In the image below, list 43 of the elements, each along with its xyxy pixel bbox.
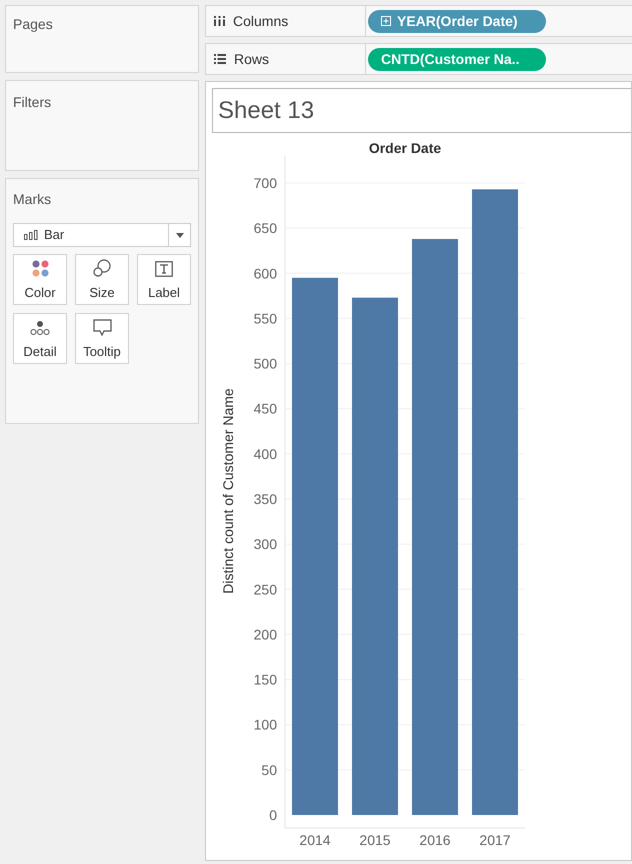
- text-box-icon: [155, 260, 173, 276]
- x-tick-label: 2017: [479, 832, 511, 848]
- x-tick-label: 2016: [419, 832, 451, 848]
- dots-tree-icon: [30, 320, 50, 336]
- y-tick-label: 500: [254, 356, 277, 372]
- bar-chart-icon: [24, 230, 39, 240]
- color-card-button[interactable]: Color: [13, 254, 67, 305]
- tooltip-card-button[interactable]: Tooltip: [75, 313, 129, 364]
- y-tick-label: 650: [254, 220, 277, 236]
- size-card-button[interactable]: Size: [75, 254, 129, 305]
- y-tick-label: 0: [269, 807, 277, 823]
- y-tick-label: 250: [254, 581, 277, 598]
- mark-type-dropdown[interactable]: Bar: [13, 223, 191, 247]
- filters-title: Filters: [13, 94, 52, 110]
- caret-icon: [176, 232, 184, 238]
- y-tick-label: 400: [254, 446, 277, 462]
- y-tick-label: 600: [254, 265, 277, 282]
- x-tick-label: 2014: [299, 832, 331, 848]
- circles-icon: [93, 258, 111, 276]
- y-tick-label: 450: [254, 400, 277, 417]
- y-tick-label: 700: [254, 175, 277, 191]
- detail-card-button[interactable]: Detail: [13, 313, 67, 364]
- speech-bubble-icon: [92, 318, 112, 336]
- x-tick-label: 2015: [359, 832, 391, 848]
- y-tick-label: 150: [254, 672, 277, 688]
- sheet-title: Sheet 13: [218, 96, 314, 126]
- pages-title: Pages: [13, 16, 53, 32]
- columns-icon: [214, 16, 225, 26]
- y-tick-label: 300: [254, 536, 277, 552]
- dots-icon: [32, 260, 48, 276]
- y-tick-label: 50: [261, 762, 277, 778]
- y-tick-label: 350: [254, 491, 277, 507]
- column-header: Order Date: [368, 140, 442, 156]
- marks-title: Marks: [13, 190, 52, 209]
- label-card-button[interactable]: Label: [137, 254, 191, 305]
- expand-icon: [381, 16, 391, 26]
- shelf-label-text: Rows: [234, 50, 270, 68]
- y-tick-label: 100: [254, 716, 277, 733]
- shelf-label-text: Columns: [233, 12, 288, 30]
- rows-icon: [214, 54, 226, 64]
- y-tick-label: 200: [254, 626, 277, 642]
- y-axis-title: Distinct count of Customer Name: [220, 388, 236, 594]
- y-tick-label: 550: [254, 310, 277, 326]
